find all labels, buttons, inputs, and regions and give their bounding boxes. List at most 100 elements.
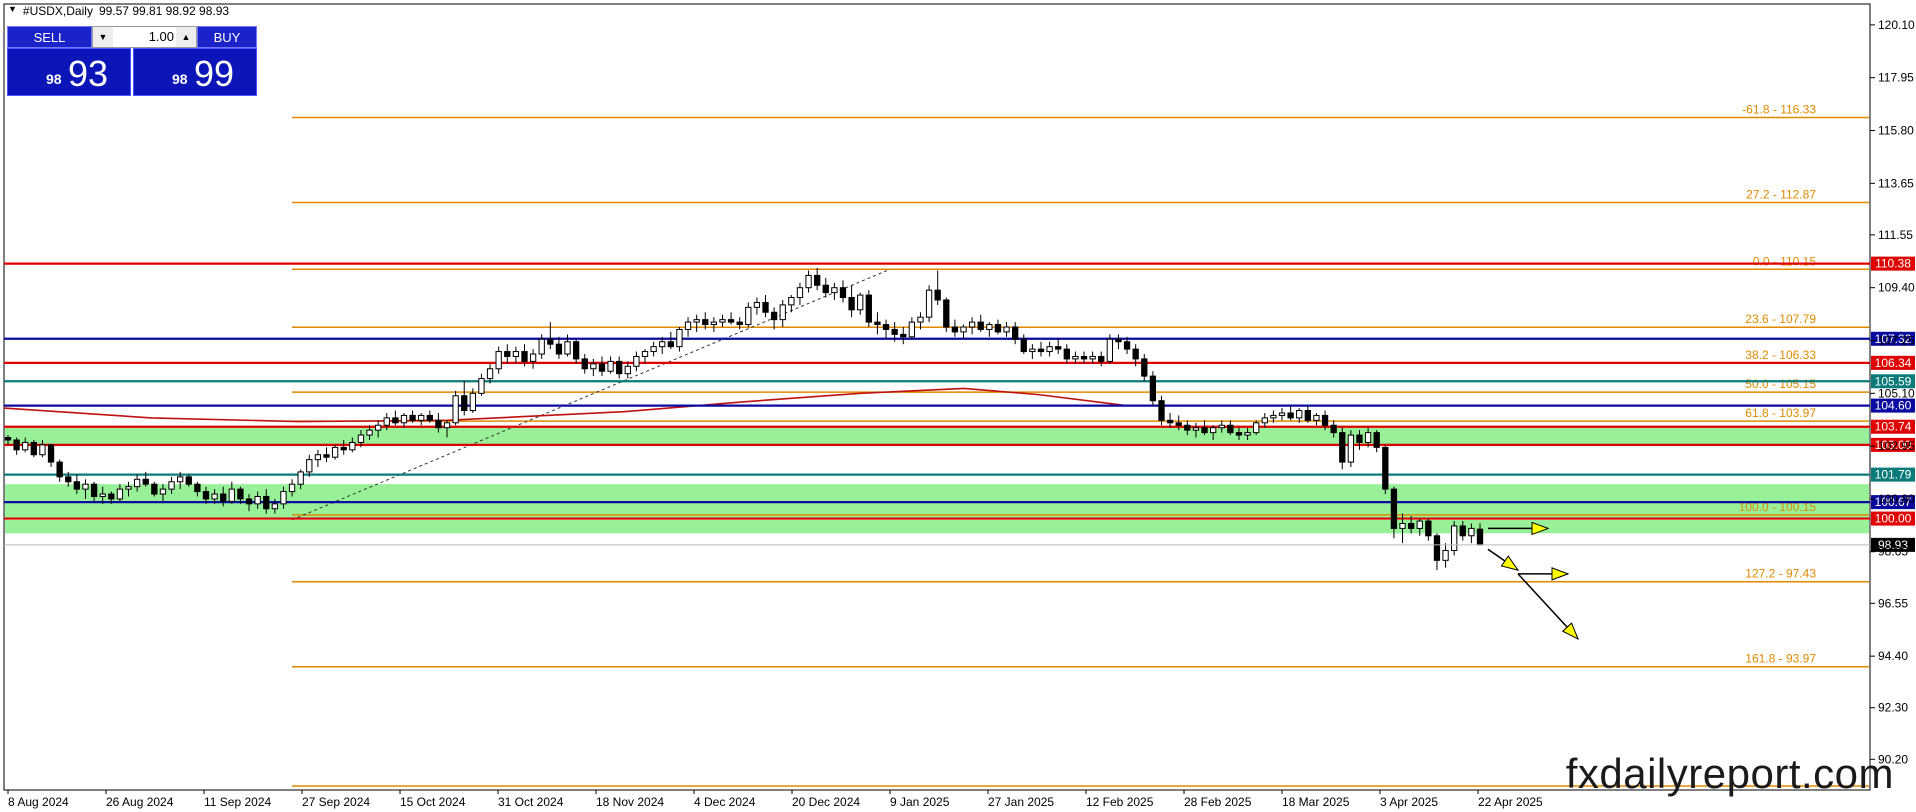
candle-body xyxy=(693,319,700,323)
candle-body xyxy=(1451,525,1458,552)
candle-body xyxy=(331,446,339,458)
candle-body xyxy=(1089,355,1096,360)
candle-body xyxy=(1330,424,1337,434)
candle-body xyxy=(702,319,709,326)
triangle-down-icon: ▼ xyxy=(8,4,17,14)
lot-size-value[interactable]: 1.00 xyxy=(115,27,174,47)
candle-body xyxy=(383,417,390,426)
y-tick-label: 109.40 xyxy=(1878,281,1915,295)
fib-level-label: 27.2 - 112.87 xyxy=(1746,187,1816,201)
buy-price-big: 99 xyxy=(194,53,235,94)
candle-body xyxy=(1407,522,1415,529)
fib-level-label: 61.8 - 103.97 xyxy=(1745,406,1816,420)
candle-body xyxy=(1313,414,1320,421)
candle-body xyxy=(710,321,718,326)
candle-body xyxy=(1158,400,1165,421)
candle-body xyxy=(564,341,571,355)
candle-body xyxy=(1459,525,1466,537)
candle-body xyxy=(357,434,365,443)
candle-body xyxy=(512,351,520,357)
candle-body xyxy=(99,493,106,497)
x-tick-label: 15 Oct 2024 xyxy=(400,795,466,809)
candle-body xyxy=(349,441,356,451)
candle-body xyxy=(374,424,382,431)
candle-body xyxy=(1278,412,1286,416)
chevron-down-icon[interactable]: ▼ xyxy=(93,27,113,47)
candle-body xyxy=(469,392,476,412)
candle-body xyxy=(409,414,416,421)
candle-body xyxy=(340,446,347,451)
candle-body xyxy=(848,297,855,311)
candle-body xyxy=(624,365,631,375)
candle-body xyxy=(1468,527,1475,537)
x-tick-label: 27 Jan 2025 xyxy=(988,795,1054,809)
candle-body xyxy=(968,321,976,328)
one-click-trading-panel: SELL ▼ 1.00 ▲ BUY 98 93 98 99 xyxy=(7,26,257,96)
candle-body xyxy=(1261,417,1268,424)
level-tag-label: 101.79 xyxy=(1875,468,1912,482)
candle-body xyxy=(1184,424,1191,431)
level-tag-label: 104.60 xyxy=(1875,399,1912,413)
candle-body xyxy=(288,483,296,493)
candle-body xyxy=(1149,375,1157,402)
x-tick-label: 11 Sep 2024 xyxy=(204,795,271,809)
candle-body xyxy=(917,316,924,323)
fib-level-label: 23.6 - 107.79 xyxy=(1745,312,1816,326)
lot-size-input[interactable]: ▼ 1.00 ▲ xyxy=(92,26,197,48)
candle-body xyxy=(1218,424,1225,429)
candle-body xyxy=(934,289,941,301)
candle-body xyxy=(65,476,72,483)
support-zone xyxy=(5,519,1869,534)
candle-body xyxy=(1175,422,1182,426)
sell-price-box[interactable]: 98 93 xyxy=(7,48,131,96)
y-tick-label: 105.10 xyxy=(1878,386,1915,400)
candle-body xyxy=(581,358,588,370)
buy-button[interactable]: BUY xyxy=(197,26,257,48)
candle-body xyxy=(1063,348,1070,360)
sell-button[interactable]: SELL xyxy=(7,26,92,48)
candle-body xyxy=(202,491,210,500)
candle-body xyxy=(47,444,55,463)
candle-body xyxy=(822,284,829,294)
candle-body xyxy=(796,287,804,299)
candle-body xyxy=(418,414,425,421)
candle-body xyxy=(1003,326,1010,333)
x-tick-label: 4 Dec 2024 xyxy=(694,795,756,809)
candle-body xyxy=(676,328,683,348)
sell-price-small: 98 xyxy=(46,71,62,87)
candle-body xyxy=(426,414,433,421)
candle-body xyxy=(667,341,674,348)
candle-body xyxy=(1037,348,1045,353)
candle-body xyxy=(314,454,322,461)
y-tick-label: 120.10 xyxy=(1878,18,1915,32)
candle-body xyxy=(13,439,20,451)
y-tick-label: 92.30 xyxy=(1878,701,1908,715)
candle-body xyxy=(641,351,649,357)
y-tick-label: 100.80 xyxy=(1878,492,1915,506)
candle-body xyxy=(73,481,81,490)
candle-body xyxy=(770,311,778,321)
candle-body xyxy=(650,346,657,353)
buy-price-box[interactable]: 98 99 xyxy=(133,48,257,96)
x-tick-label: 9 Jan 2025 xyxy=(890,795,950,809)
candle-body xyxy=(151,483,158,495)
fib-level-label: 127.2 - 97.43 xyxy=(1745,567,1816,581)
candle-body xyxy=(727,319,735,323)
y-tick-label: 111.55 xyxy=(1878,228,1913,242)
fib-level-label: 0.0 - 110.15 xyxy=(1753,254,1816,268)
candle-body xyxy=(908,321,916,338)
x-tick-label: 20 Dec 2024 xyxy=(792,795,860,809)
candle-body xyxy=(237,488,244,500)
candle-body xyxy=(1364,432,1372,443)
candle-body xyxy=(788,297,795,306)
candle-body xyxy=(1106,338,1114,362)
candle-body xyxy=(297,471,304,485)
ohlc-readout: 99.57 99.81 98.92 98.93 xyxy=(98,4,230,18)
chevron-up-icon[interactable]: ▲ xyxy=(176,27,196,47)
candle-body xyxy=(1132,348,1139,360)
candle-body xyxy=(977,321,984,330)
candle-body xyxy=(1433,535,1441,561)
candle-body xyxy=(1347,434,1355,463)
y-tick-label: 94.40 xyxy=(1878,649,1908,663)
price-chart[interactable]: -61.8 - 116.33 27.2 - 112.87 0.0 - 110.15 2… xyxy=(0,0,1916,812)
